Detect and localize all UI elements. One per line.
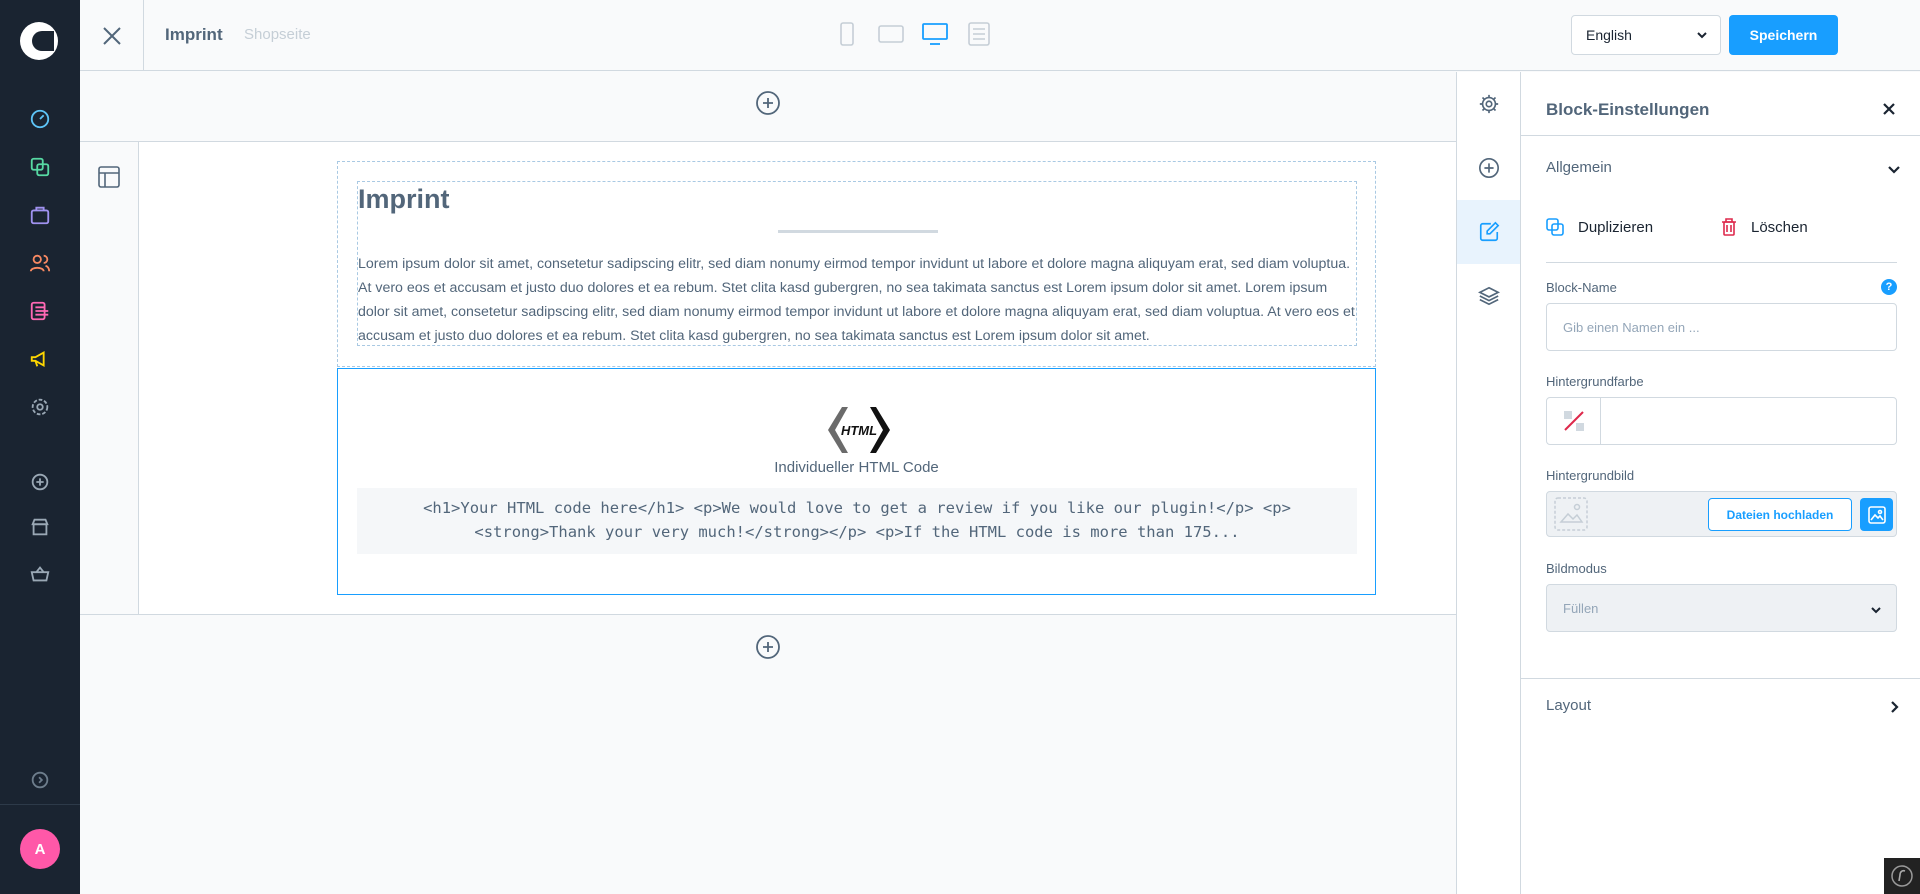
section-sidebar: [80, 142, 139, 614]
user-avatar[interactable]: A: [20, 829, 60, 869]
language-value: English: [1586, 27, 1632, 43]
layers-icon: [1477, 286, 1500, 306]
image-mode-select[interactable]: Füllen: [1546, 584, 1897, 632]
bg-color-input[interactable]: [1546, 397, 1897, 445]
close-panel-button[interactable]: [1876, 96, 1902, 122]
admin-sidebar: A: [0, 0, 80, 894]
language-select[interactable]: English: [1571, 15, 1721, 55]
plus-circle-icon: [1478, 158, 1499, 178]
settings-icon[interactable]: [28, 395, 52, 419]
section-layout-icon[interactable]: [98, 166, 120, 188]
sales-channel-icon[interactable]: [28, 515, 52, 539]
close-editor-button[interactable]: [80, 0, 144, 71]
text-block[interactable]: Imprint Lorem ipsum dolor sit amet, cons…: [337, 161, 1376, 367]
shopware-logo[interactable]: [20, 22, 58, 60]
image-mode-label: Bildmodus: [1546, 561, 1607, 576]
admin-divider: [0, 804, 80, 805]
chevron-right-icon: [1891, 701, 1899, 713]
chevron-down-icon: [1697, 32, 1707, 39]
shop-basket-icon[interactable]: [28, 562, 52, 586]
block-name-label: Block-Name: [1546, 280, 1617, 295]
close-icon: [102, 26, 121, 45]
tab-navigator[interactable]: [1457, 264, 1520, 328]
open-media-button[interactable]: [1860, 498, 1893, 531]
cms-stage: Imprint Lorem ipsum dolor sit amet, cons…: [80, 72, 1456, 894]
tablet-view-icon[interactable]: [878, 21, 904, 47]
duplicate-button[interactable]: Duplizieren: [1546, 216, 1653, 238]
orders-icon[interactable]: [28, 203, 52, 227]
content-icon[interactable]: [28, 299, 52, 323]
html-code-preview: <h1>Your HTML code here</h1> <p>We would…: [357, 488, 1357, 554]
mobile-view-icon[interactable]: [834, 21, 860, 47]
dashboard-icon[interactable]: [28, 107, 52, 131]
sidebar-tabs: [1456, 72, 1521, 894]
text-block-body: Lorem ipsum dolor sit amet, consetetur s…: [358, 256, 1355, 344]
html-logo-icon: HTML: [828, 407, 890, 453]
delete-button[interactable]: Löschen: [1721, 216, 1808, 238]
tab-page-settings[interactable]: [1457, 72, 1520, 136]
html-block-caption: Individueller HTML Code: [774, 459, 939, 476]
no-color-icon: [1563, 411, 1584, 431]
customers-icon[interactable]: [28, 251, 52, 275]
page-title: Imprint: [165, 25, 223, 44]
help-icon[interactable]: ?: [1881, 279, 1897, 295]
bg-image-label: Hintergrundbild: [1546, 468, 1635, 483]
accordion-general[interactable]: Allgemein: [1546, 154, 1901, 184]
add-section-bottom-icon[interactable]: [755, 634, 781, 660]
collapse-menu-icon[interactable]: [28, 768, 52, 792]
symfony-toolbar-toggle[interactable]: [1884, 858, 1920, 894]
tab-add-blocks[interactable]: [1457, 136, 1520, 200]
bg-image-upload: Dateien hochladen: [1546, 491, 1897, 537]
edit-icon: [1479, 221, 1499, 242]
duplicate-label: Duplizieren: [1578, 218, 1654, 236]
panel-divider: [1521, 678, 1920, 679]
extensions-icon[interactable]: [28, 470, 52, 494]
color-picker-swatch[interactable]: [1547, 398, 1601, 444]
panel-header: Block-Einstellungen: [1521, 72, 1920, 136]
image-placeholder-icon: [1554, 497, 1588, 531]
catalog-icon[interactable]: [28, 155, 52, 179]
page-type: Shopseite: [244, 26, 311, 43]
image-icon: [1867, 505, 1886, 524]
block-settings-panel: Block-Einstellungen Allgemein Dupliziere…: [1521, 72, 1920, 894]
duplicate-icon: [1546, 218, 1564, 236]
html-logo-text: HTML: [841, 423, 877, 438]
chevron-down-icon: [1871, 607, 1881, 614]
editor-topbar: Imprint Shopseite English Speichern: [80, 0, 1920, 71]
cms-section: Imprint Lorem ipsum dolor sit amet, cons…: [80, 141, 1456, 615]
upload-files-button[interactable]: Dateien hochladen: [1708, 498, 1852, 531]
symfony-icon: [1891, 865, 1913, 887]
trash-icon: [1722, 218, 1736, 236]
accordion-layout[interactable]: Layout: [1546, 692, 1901, 722]
delete-label: Löschen: [1751, 218, 1808, 236]
image-mode-value: Füllen: [1563, 601, 1599, 616]
save-button[interactable]: Speichern: [1729, 15, 1838, 55]
panel-divider: [1546, 262, 1897, 263]
text-element[interactable]: Imprint Lorem ipsum dolor sit amet, cons…: [357, 181, 1357, 346]
desktop-view-icon[interactable]: [922, 21, 948, 47]
chevron-down-icon: [1888, 166, 1900, 174]
panel-title: Block-Einstellungen: [1546, 100, 1710, 119]
add-section-top-icon[interactable]: [755, 90, 781, 116]
form-view-icon[interactable]: [966, 21, 992, 47]
bg-color-label: Hintergrundfarbe: [1546, 374, 1644, 389]
text-block-heading: Imprint: [358, 184, 450, 214]
close-icon: [1883, 103, 1895, 115]
gear-icon: [1479, 94, 1498, 114]
marketing-icon[interactable]: [28, 347, 52, 371]
heading-divider: [778, 230, 938, 233]
block-name-input[interactable]: Gib einen Namen ein ...: [1546, 303, 1897, 351]
html-block[interactable]: HTML Individueller HTML Code <h1>Your HT…: [337, 368, 1376, 595]
viewport-switcher: [834, 21, 992, 47]
block-name-placeholder: Gib einen Namen ein ...: [1563, 320, 1700, 335]
general-label: Allgemein: [1546, 159, 1612, 176]
layout-label: Layout: [1546, 697, 1592, 714]
section-content: Imprint Lorem ipsum dolor sit amet, cons…: [139, 142, 1456, 614]
tab-block-settings[interactable]: [1457, 200, 1520, 264]
